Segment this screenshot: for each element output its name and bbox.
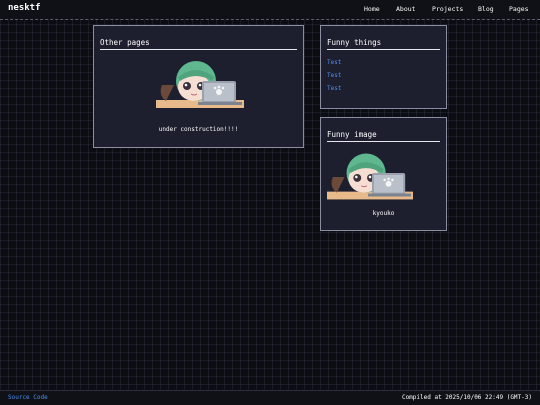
top-navbar: nesktf Home About Projects Blog Pages bbox=[0, 0, 540, 20]
funny-link-3[interactable]: Test bbox=[327, 85, 341, 92]
kyouko-laptop-image bbox=[156, 55, 244, 111]
source-code-link[interactable]: Source Code bbox=[8, 394, 48, 401]
funny-things-card: Funny things Test Test Test bbox=[320, 25, 447, 109]
nav-home[interactable]: Home bbox=[364, 5, 380, 13]
funny-image-title: Funny image bbox=[327, 130, 377, 139]
funny-link-2[interactable]: Test bbox=[327, 72, 341, 79]
other-pages-card: Other pages under construction!!!! bbox=[93, 25, 304, 148]
funny-things-title: Funny things bbox=[327, 38, 382, 47]
footer: Source Code Compiled at 2025/10/06 22:49… bbox=[0, 390, 540, 405]
nav-pages[interactable]: Pages bbox=[509, 5, 529, 13]
nav-blog[interactable]: Blog bbox=[478, 5, 494, 13]
nav-projects[interactable]: Projects bbox=[432, 5, 463, 13]
other-pages-title: Other pages bbox=[100, 38, 150, 47]
compiled-timestamp: Compiled at 2025/10/06 22:49 (GMT-3) bbox=[401, 394, 532, 401]
title-divider bbox=[327, 141, 440, 142]
site-brand-link[interactable]: nesktf bbox=[8, 3, 41, 13]
title-divider bbox=[327, 49, 440, 50]
title-divider bbox=[100, 49, 297, 50]
kyouko-image bbox=[327, 147, 413, 203]
funny-link-1[interactable]: Test bbox=[327, 59, 341, 66]
nav-about[interactable]: About bbox=[396, 5, 416, 13]
image-caption: kyouko bbox=[372, 210, 395, 217]
construction-caption: under construction!!!! bbox=[158, 126, 239, 133]
funny-image-card: Funny image kyouko bbox=[320, 117, 447, 231]
